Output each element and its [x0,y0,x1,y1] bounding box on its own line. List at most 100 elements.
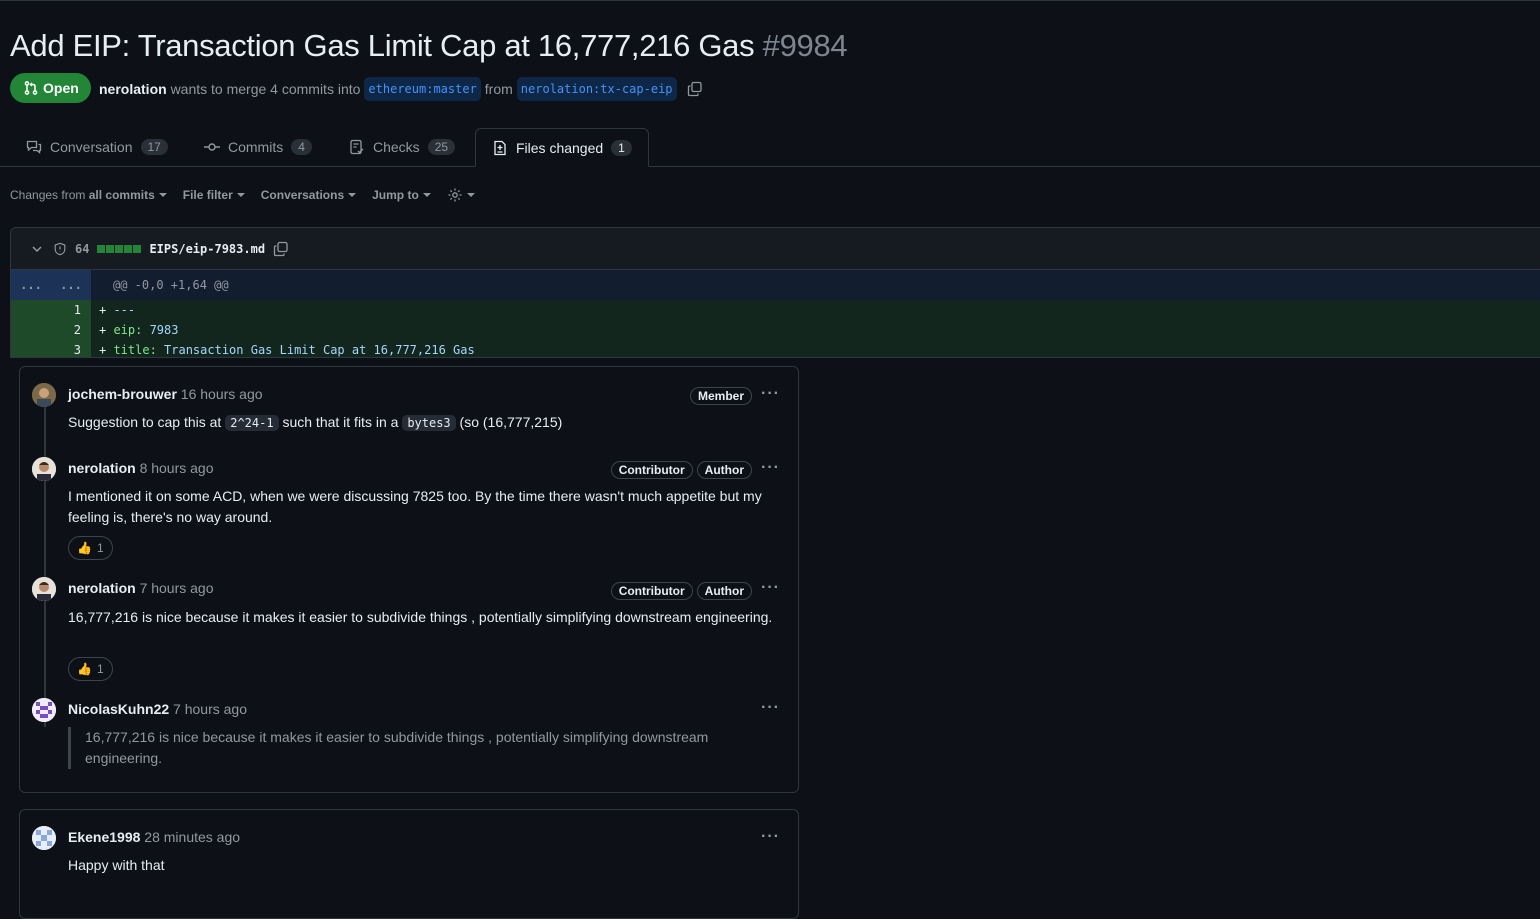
comment-header: NicolasKuhn22 7 hours ago [68,701,247,717]
comment-author[interactable]: Ekene1998 [68,829,140,845]
tab-checks[interactable]: Checks 25 [349,128,456,166]
tab-label: Commits [228,139,284,155]
head-branch[interactable]: nerolation:tx-cap-eip [516,77,677,101]
avatar[interactable] [32,383,56,407]
chevron-down-icon[interactable] [31,243,43,255]
plus-sign: + [99,323,114,337]
reaction-button[interactable]: 👍 1 [68,536,113,560]
settings-dropdown[interactable] [447,187,475,203]
tab-label: Files changed [516,139,604,156]
tab-counter: 17 [140,139,168,155]
copy-icon[interactable] [273,241,289,257]
base-branch[interactable]: ethereum:master [364,77,481,101]
jump-to-label: Jump to [372,188,419,202]
state-label: Open [43,80,79,96]
contributor-badge: Contributor [610,461,693,479]
author-badges: Contributor Author [610,461,752,479]
file-filter-dropdown[interactable]: File filter [183,188,245,202]
comment-time[interactable]: 16 hours ago [181,386,263,402]
author-badges: Contributor Author [610,582,752,600]
merge-text: wants to merge 4 commits into [170,81,361,97]
tab-counter: 25 [427,139,456,155]
comment-body: Happy with that [68,857,165,873]
plus-sign: + [99,303,114,317]
from-text: from [484,81,513,97]
member-badge: Member [689,387,752,405]
comment-time[interactable]: 7 hours ago [173,701,247,717]
author-badges: Member [689,387,752,405]
copy-icon[interactable] [687,81,703,97]
state-badge: Open [10,73,91,103]
caret-down-icon [466,193,475,197]
file-diff-icon [494,140,506,155]
kebab-menu-icon[interactable]: ··· [761,459,780,477]
pr-meta: nerolation wants to merge 4 commits into… [99,77,703,101]
changes-value: all commits [88,188,155,202]
avatar[interactable] [32,826,56,850]
review-thread: Ekene1998 28 minutes ago ··· Happy with … [19,809,799,919]
file-filter-label: File filter [182,188,233,202]
author-link[interactable]: nerolation [99,78,167,100]
caret-down-icon [422,193,431,197]
comment-time[interactable]: 7 hours ago [140,580,214,596]
expand-up-button[interactable]: ... [20,278,42,292]
kebab-menu-icon[interactable]: ··· [761,579,780,597]
diff-line: 2 + eip: 7983 [11,320,1540,340]
thumbs-up-icon: 👍 [77,541,92,555]
inline-code: bytes3 [402,415,456,431]
blockquote: 16,777,216 is nice because it makes it e… [68,727,785,769]
reaction-button[interactable]: 👍 1 [68,657,113,681]
code-key: title: [113,343,157,357]
tab-label: Checks [373,139,420,155]
reaction-count: 1 [96,662,104,676]
line-number[interactable]: 1 [11,300,91,320]
kebab-menu-icon[interactable]: ··· [761,828,780,846]
pr-number: #9984 [762,28,848,63]
review-thread: jochem-brouwer 16 hours ago Member ··· S… [19,366,799,793]
tab-conversation[interactable]: Conversation 17 [26,128,168,166]
inline-code: 2^24-1 [225,415,279,431]
avatar[interactable] [32,577,56,601]
gear-icon [448,188,462,202]
comment-body: I mentioned it on some ACD, when we were… [68,488,762,525]
file-path[interactable]: EIPS/eip-7983.md [149,242,265,256]
diff-toolbar: Changes from all commits File filter Con… [10,187,491,203]
changes-from-dropdown[interactable]: Changes from all commits [10,188,167,202]
comment-author[interactable]: jochem-brouwer [68,386,177,402]
top-border [0,0,1540,1]
hunk-text: @@ -0,0 +1,64 @@ [113,278,229,292]
avatar[interactable] [32,457,56,481]
plus-sign: + [99,343,114,357]
comment-time[interactable]: 8 hours ago [140,460,214,476]
checklist-icon [350,139,364,155]
kebab-menu-icon[interactable]: ··· [761,385,780,403]
expand-gutter[interactable]: ... ... [11,270,91,300]
hunk-header: ... ... @@ -0,0 +1,64 @@ [11,270,1540,300]
comment-time[interactable]: 28 minutes ago [144,829,240,845]
tab-files-changed[interactable]: Files changed 1 [475,128,649,167]
line-number[interactable]: 2 [11,320,91,340]
kebab-menu-icon[interactable]: ··· [761,699,780,717]
expand-down-button[interactable]: ... [60,278,82,292]
caret-down-icon [236,193,245,197]
body-text: (so (16,777,215) [455,414,563,430]
comment-header: Ekene1998 28 minutes ago [68,829,240,845]
reaction-count: 1 [96,541,104,555]
comment-discussion-icon [26,140,42,154]
tab-label: Conversation [50,139,133,155]
tab-commits[interactable]: Commits 4 [204,128,312,166]
comment-header: nerolation 8 hours ago [68,460,214,476]
comment-author[interactable]: nerolation [68,460,136,476]
git-pull-request-icon [24,81,38,95]
comment-author[interactable]: NicolasKuhn22 [68,701,169,717]
line-number[interactable]: 3 [11,340,91,357]
comment-author[interactable]: nerolation [68,580,136,596]
shield-icon [53,242,67,256]
body-text: Suggestion to cap this at [68,414,226,430]
conversations-dropdown[interactable]: Conversations [261,188,357,202]
changes-prefix: Changes from [10,188,86,202]
git-commit-icon [204,143,220,151]
avatar[interactable] [32,698,56,722]
jump-to-dropdown[interactable]: Jump to [372,188,431,202]
page-title: Add EIP: Transaction Gas Limit Cap at 16… [10,26,848,66]
